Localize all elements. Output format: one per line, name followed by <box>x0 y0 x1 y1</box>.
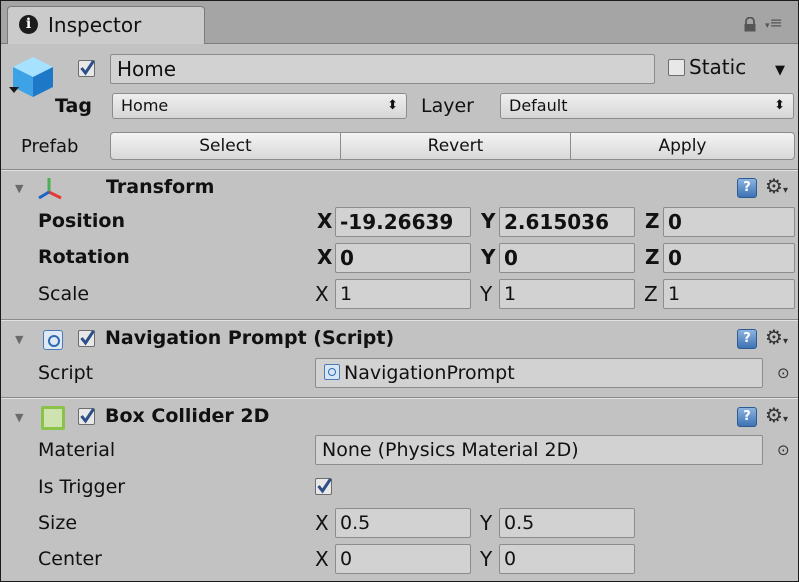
layer-label: Layer <box>421 95 474 117</box>
transform-title: Transform <box>106 176 215 198</box>
scale-z-field[interactable]: 1 <box>663 279 795 309</box>
position-x-field[interactable]: -19.26639 <box>335 207 471 237</box>
center-x-field[interactable]: 0 <box>335 544 471 574</box>
navigation-prompt-header[interactable]: ▼ Navigation Prompt (Script) ? ⚙▾ <box>1 321 798 357</box>
active-checkbox[interactable] <box>78 60 95 77</box>
foldout-arrow-icon[interactable]: ▼ <box>15 333 23 346</box>
position-label: Position <box>38 210 125 232</box>
rotation-label: Rotation <box>38 246 130 268</box>
gear-glyph: ⚙ <box>765 325 783 349</box>
scale-x-field[interactable]: 1 <box>335 279 471 309</box>
prefab-revert-button[interactable]: Revert <box>340 132 571 160</box>
scale-z-label[interactable]: Z <box>644 282 658 306</box>
script-file-icon <box>324 364 340 380</box>
gear-icon[interactable]: ⚙▾ <box>765 405 788 430</box>
position-x-label[interactable]: X <box>317 209 332 233</box>
menu-lines-icon: ≡ <box>769 13 783 32</box>
center-label: Center <box>38 548 102 570</box>
navigation-prompt-title: Navigation Prompt (Script) <box>105 327 395 349</box>
size-label: Size <box>38 512 78 534</box>
gear-icon[interactable]: ⚙▾ <box>765 176 788 201</box>
layer-arrows-icon: ⬍ <box>774 98 785 113</box>
scale-label: Scale <box>38 283 90 305</box>
position-y-label[interactable]: Y <box>481 209 495 233</box>
foldout-arrow-icon[interactable]: ▼ <box>15 182 23 195</box>
help-icon[interactable]: ? <box>737 407 757 427</box>
center-y-label[interactable]: Y <box>480 547 492 571</box>
position-y-field[interactable]: 2.615036 <box>499 207 635 237</box>
prefab-select-button[interactable]: Select <box>110 132 341 160</box>
tab-title: Inspector <box>48 13 142 37</box>
prefab-label: Prefab <box>21 136 79 157</box>
size-y-field[interactable]: 0.5 <box>499 508 635 538</box>
tab-bar: i Inspector ▾≡ <box>1 1 798 44</box>
box-collider-title: Box Collider 2D <box>105 405 270 427</box>
transform-header[interactable]: ▼ Transform ? ⚙▾ <box>1 171 798 207</box>
tag-arrows-icon: ⬍ <box>387 98 398 113</box>
info-icon: i <box>19 15 38 34</box>
gear-glyph: ⚙ <box>765 403 783 427</box>
position-z-field[interactable]: 0 <box>663 207 795 237</box>
scale-y-label[interactable]: Y <box>480 282 492 306</box>
tag-value: Home <box>121 96 169 115</box>
material-label: Material <box>38 439 116 461</box>
inspector-window: i Inspector ▾≡ Home Static ▼ Tag Home ⬍ … <box>0 0 799 582</box>
gear-glyph: ⚙ <box>765 174 783 198</box>
box-collider-enabled-checkbox[interactable] <box>78 408 95 425</box>
transform-icon <box>37 176 63 202</box>
foldout-arrow-icon[interactable]: ▼ <box>15 411 23 424</box>
script-component-icon <box>43 330 63 350</box>
layer-dropdown[interactable]: Default ⬍ <box>500 93 794 119</box>
static-dropdown-arrow-icon[interactable]: ▼ <box>775 63 785 78</box>
rotation-z-label[interactable]: Z <box>645 245 660 269</box>
tag-dropdown[interactable]: Home ⬍ <box>112 93 407 119</box>
name-field[interactable]: Home <box>110 54 655 84</box>
box-collider-icon <box>41 406 65 430</box>
scale-x-label[interactable]: X <box>315 282 329 306</box>
tab-inspector[interactable]: i Inspector <box>7 6 205 44</box>
size-x-field[interactable]: 0.5 <box>335 508 471 538</box>
help-icon[interactable]: ? <box>737 178 757 198</box>
box-collider-header[interactable]: ▼ Box Collider 2D ? ⚙▾ <box>1 399 798 435</box>
center-y-field[interactable]: 0 <box>499 544 635 574</box>
static-checkbox[interactable] <box>668 59 685 76</box>
navigation-prompt-enabled-checkbox[interactable] <box>78 330 95 347</box>
material-field[interactable]: None (Physics Material 2D) <box>315 435 763 465</box>
is-trigger-checkbox[interactable] <box>315 478 332 495</box>
object-picker-icon[interactable]: ⊙ <box>777 441 790 459</box>
scale-y-field[interactable]: 1 <box>499 279 635 309</box>
rotation-x-label[interactable]: X <box>317 245 332 269</box>
tab-menu-icon[interactable]: ▾≡ <box>765 13 783 32</box>
center-x-label[interactable]: X <box>315 547 329 571</box>
script-label: Script <box>38 362 94 384</box>
is-trigger-label: Is Trigger <box>38 476 126 498</box>
lock-icon[interactable] <box>743 15 757 32</box>
position-z-label[interactable]: Z <box>645 209 660 233</box>
rotation-y-label[interactable]: Y <box>481 245 495 269</box>
size-y-label[interactable]: Y <box>480 511 492 535</box>
gear-icon[interactable]: ⚙▾ <box>765 327 788 352</box>
static-label: Static <box>689 55 747 79</box>
prefab-apply-button[interactable]: Apply <box>570 132 795 160</box>
object-picker-icon[interactable]: ⊙ <box>777 364 790 382</box>
script-field[interactable]: NavigationPrompt <box>315 358 763 388</box>
rotation-x-field[interactable]: 0 <box>335 243 471 273</box>
size-x-label[interactable]: X <box>315 511 329 535</box>
gameobject-icon <box>9 53 57 101</box>
layer-value: Default <box>509 96 568 115</box>
tag-label: Tag <box>55 95 92 117</box>
rotation-z-field[interactable]: 0 <box>663 243 795 273</box>
help-icon[interactable]: ? <box>737 329 757 349</box>
rotation-y-field[interactable]: 0 <box>499 243 635 273</box>
script-value: NavigationPrompt <box>344 362 515 384</box>
